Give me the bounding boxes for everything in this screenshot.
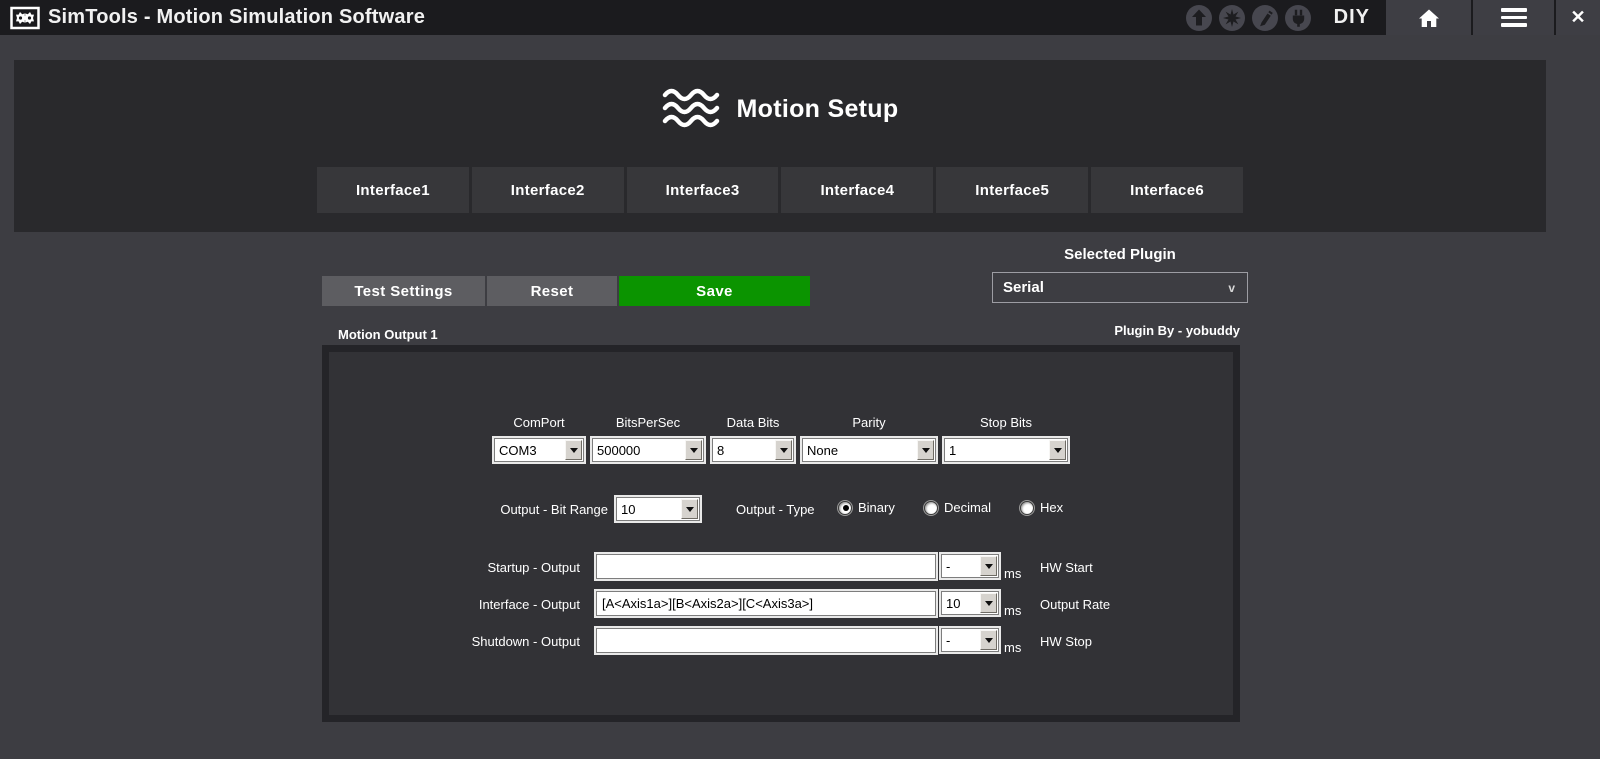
bit-range-label: Output - Bit Range	[392, 502, 608, 517]
comport-dropdown[interactable]: COM3	[494, 438, 584, 462]
ms-unit-label: ms	[1004, 566, 1021, 581]
close-icon: ✕	[1570, 7, 1585, 28]
tab-interface2[interactable]: Interface2	[472, 167, 624, 213]
titlebar-right: DIY ✕	[1186, 0, 1600, 35]
motion-setup-header: Motion Setup Interface1 Interface2 Inter…	[14, 60, 1546, 232]
stopbits-dropdown[interactable]: 1	[944, 438, 1068, 462]
parity-dropdown[interactable]: None	[802, 438, 936, 462]
diy-badge: DIY	[1334, 6, 1370, 29]
radio-hex[interactable]: Hex	[1020, 500, 1063, 515]
output-rate-dropdown[interactable]: 10	[941, 591, 999, 615]
waves-icon	[662, 86, 720, 132]
interface-tabs: Interface1 Interface2 Interface3 Interfa…	[317, 167, 1243, 213]
shutdown-interval-dropdown[interactable]: -	[941, 628, 999, 652]
databits-dropdown[interactable]: 8	[712, 438, 794, 462]
output-type-label: Output - Type	[736, 502, 815, 517]
stopbits-label: Stop Bits	[944, 415, 1068, 430]
app-title: SimTools - Motion Simulation Software	[48, 6, 425, 29]
titlebar: SimTools - Motion Simulation Software DI…	[0, 0, 1600, 35]
radio-button-icon[interactable]	[1020, 501, 1034, 515]
chevron-down-icon: v	[1228, 281, 1235, 295]
serial-field-combos: COM3 500000 8 None 1	[329, 438, 1233, 462]
shutdown-output-row: Shutdown - Output - ms HW Stop	[329, 628, 1233, 654]
ms-unit-label: ms	[1004, 603, 1021, 618]
tab-interface5[interactable]: Interface5	[936, 167, 1088, 213]
output-options-row: Output - Bit Range 10 Output - Type Bina…	[329, 496, 1233, 524]
ms-unit-label: ms	[1004, 640, 1021, 655]
databits-label: Data Bits	[712, 415, 794, 430]
bit-range-dropdown[interactable]: 10	[616, 497, 700, 521]
serial-field-labels: ComPort BitsPerSec Data Bits Parity Stop…	[329, 415, 1233, 430]
tab-interface3[interactable]: Interface3	[627, 167, 779, 213]
radio-button-icon[interactable]	[838, 501, 852, 515]
hamburger-icon	[1501, 8, 1527, 12]
dropdown-arrow-icon[interactable]	[980, 556, 997, 576]
dropdown-arrow-icon[interactable]	[681, 499, 698, 519]
startup-output-label: Startup - Output	[362, 560, 580, 575]
plug-circle-icon[interactable]	[1285, 5, 1311, 31]
interface-output-label: Interface - Output	[362, 597, 580, 612]
plugin-author-label: Plugin By - yobuddy	[992, 323, 1240, 338]
interface-output-input[interactable]	[596, 591, 936, 616]
dropdown-arrow-icon[interactable]	[980, 630, 997, 650]
close-button[interactable]: ✕	[1556, 0, 1600, 35]
motion-output-panel: ComPort BitsPerSec Data Bits Parity Stop…	[322, 345, 1240, 722]
pencil-circle-icon[interactable]	[1252, 5, 1278, 31]
dropdown-arrow-icon[interactable]	[917, 440, 934, 460]
shutdown-output-input[interactable]	[596, 628, 936, 653]
startup-output-input[interactable]	[596, 554, 936, 579]
save-button[interactable]: Save	[619, 276, 810, 306]
radio-button-icon[interactable]	[924, 501, 938, 515]
page-title: Motion Setup	[737, 95, 899, 124]
app-window: SimTools - Motion Simulation Software DI…	[0, 0, 1600, 759]
radio-decimal[interactable]: Decimal	[924, 500, 991, 515]
hw-stop-label: HW Stop	[1040, 634, 1092, 649]
reset-button[interactable]: Reset	[487, 276, 617, 306]
selected-plugin-value: Serial	[1003, 279, 1044, 296]
dropdown-arrow-icon[interactable]	[565, 440, 582, 460]
hw-start-label: HW Start	[1040, 560, 1093, 575]
motion-output-section-title: Motion Output 1	[338, 327, 438, 342]
dropdown-arrow-icon[interactable]	[685, 440, 702, 460]
startup-interval-dropdown[interactable]: -	[941, 554, 999, 578]
bitspersec-label: BitsPerSec	[592, 415, 704, 430]
tab-interface4[interactable]: Interface4	[781, 167, 933, 213]
simtools-logo-icon	[10, 5, 40, 31]
dropdown-arrow-icon[interactable]	[980, 593, 997, 613]
selected-plugin-label: Selected Plugin	[992, 246, 1248, 263]
menu-button[interactable]	[1473, 0, 1554, 35]
home-icon	[1415, 5, 1443, 31]
motion-setup-title: Motion Setup	[14, 86, 1546, 132]
dropdown-arrow-icon[interactable]	[775, 440, 792, 460]
selected-plugin-dropdown[interactable]: Serial v	[992, 272, 1248, 303]
dropdown-arrow-icon[interactable]	[1049, 440, 1066, 460]
interface-output-row: Interface - Output 10 ms Output Rate	[329, 591, 1233, 617]
home-button[interactable]	[1386, 0, 1471, 35]
output-rate-label: Output Rate	[1040, 597, 1110, 612]
starburst-circle-icon[interactable]	[1219, 5, 1245, 31]
shutdown-output-label: Shutdown - Output	[362, 634, 580, 649]
tab-interface1[interactable]: Interface1	[317, 167, 469, 213]
radio-binary[interactable]: Binary	[838, 500, 895, 515]
startup-output-row: Startup - Output - ms HW Start	[329, 554, 1233, 580]
parity-label: Parity	[802, 415, 936, 430]
bitspersec-dropdown[interactable]: 500000	[592, 438, 704, 462]
tab-interface6[interactable]: Interface6	[1091, 167, 1243, 213]
arrow-up-circle-icon[interactable]	[1186, 5, 1212, 31]
comport-label: ComPort	[494, 415, 584, 430]
test-settings-button[interactable]: Test Settings	[322, 276, 485, 306]
